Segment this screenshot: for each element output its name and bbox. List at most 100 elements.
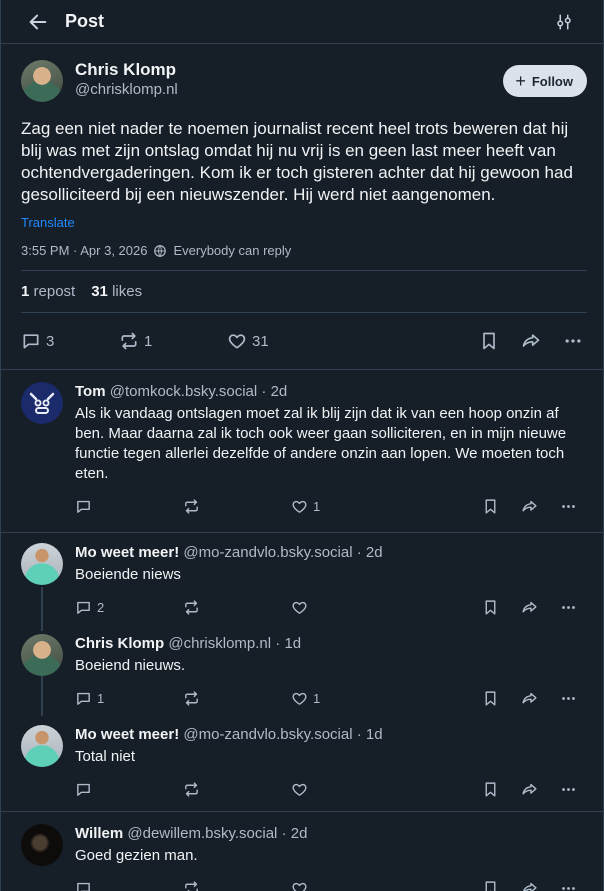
reply-count: 2 (97, 599, 105, 615)
avatar[interactable] (21, 382, 63, 424)
heart-icon (227, 331, 247, 351)
reply-time: · 1d (275, 635, 302, 652)
reply-post[interactable]: Willem @dewillem.bsky.social · 2d Goed g… (1, 812, 603, 891)
avatar[interactable] (21, 634, 63, 676)
reply-button[interactable]: 1 (75, 690, 183, 707)
reply-icon (21, 331, 41, 351)
repost-button[interactable] (183, 599, 291, 616)
avatar[interactable] (21, 543, 63, 585)
reply-button[interactable] (75, 880, 183, 891)
like-button[interactable]: 1 (291, 690, 482, 707)
author-display-name[interactable]: Chris Klomp (75, 60, 503, 80)
reply-button[interactable]: 3 (21, 331, 119, 351)
more-options-icon[interactable] (563, 331, 583, 351)
globe-icon (153, 244, 167, 258)
like-button[interactable]: 31 (227, 331, 479, 351)
more-options-icon[interactable] (560, 690, 577, 707)
reply-text: Total niet (75, 748, 136, 765)
arrow-left-icon[interactable] (25, 9, 51, 35)
like-button[interactable] (291, 880, 482, 891)
reply-post[interactable]: Mo weet meer! @mo-zandvlo.bsky.social · … (1, 533, 603, 625)
share-icon[interactable] (521, 880, 538, 891)
more-options-icon[interactable] (560, 498, 577, 515)
more-options-icon[interactable] (560, 781, 577, 798)
more-options-icon[interactable] (560, 880, 577, 891)
share-icon[interactable] (521, 498, 538, 515)
reply-author-name[interactable]: Willem (75, 825, 123, 842)
share-icon[interactable] (521, 599, 538, 616)
reply-actions-right (482, 781, 577, 798)
like-count: 31 (91, 283, 108, 300)
reply-count: 3 (46, 332, 55, 350)
repost-button[interactable] (183, 690, 291, 707)
like-count-label: likes (112, 283, 143, 300)
author-row: Chris Klomp @chrisklomp.nl + Follow (21, 60, 587, 102)
reply-author-name[interactable]: Chris Klomp (75, 635, 164, 652)
share-icon[interactable] (521, 690, 538, 707)
like-button[interactable] (291, 781, 482, 798)
sliders-icon[interactable] (553, 11, 575, 33)
post-text: Zag een niet nader te noemen journalist … (21, 119, 573, 204)
reply-post[interactable]: Mo weet meer! @mo-zandvlo.bsky.social · … (1, 716, 603, 807)
reply-header: Willem @dewillem.bsky.social · 2d (75, 824, 587, 844)
repost-button[interactable] (183, 880, 291, 891)
like-action-count: 31 (252, 332, 269, 350)
author-names: Chris Klomp @chrisklomp.nl (75, 60, 503, 100)
reply-author-handle[interactable]: @chrisklomp.nl (168, 635, 271, 652)
reply-body: Tom @tomkock.bsky.social · 2d Als ik van… (75, 382, 587, 524)
avatar[interactable] (21, 725, 63, 767)
like-count: 1 (313, 690, 321, 706)
reply-author-handle[interactable]: @dewillem.bsky.social (127, 825, 277, 842)
reply-actions-right (482, 690, 577, 707)
reply-post[interactable]: Chris Klomp @chrisklomp.nl · 1d Boeiend … (1, 625, 603, 716)
reply-author-handle[interactable]: @tomkock.bsky.social (110, 383, 258, 400)
bull-avatar-icon (29, 392, 55, 414)
bookmark-icon[interactable] (482, 781, 499, 798)
reply-button[interactable]: 2 (75, 599, 183, 616)
reply-setting[interactable]: Everybody can reply (173, 243, 291, 258)
repost-count-link[interactable]: 1 repost (21, 283, 75, 300)
reply-header: Mo weet meer! @mo-zandvlo.bsky.social · … (75, 725, 587, 745)
reply-body: Mo weet meer! @mo-zandvlo.bsky.social · … (75, 543, 587, 625)
repost-button[interactable] (183, 781, 291, 798)
reply-actions-right (482, 880, 577, 891)
reply-author-name[interactable]: Mo weet meer! (75, 726, 179, 743)
reply-author-handle[interactable]: @mo-zandvlo.bsky.social (183, 544, 352, 561)
reply-button[interactable] (75, 498, 183, 515)
reply-header: Chris Klomp @chrisklomp.nl · 1d (75, 634, 587, 654)
like-button[interactable] (291, 599, 482, 616)
bookmark-icon[interactable] (482, 599, 499, 616)
translate-link[interactable]: Translate (21, 215, 75, 230)
reply-time: · 2d (356, 544, 383, 561)
reply-time: · 2d (281, 825, 308, 842)
share-icon[interactable] (521, 331, 541, 351)
repost-button[interactable]: 1 (119, 331, 227, 351)
bookmark-icon[interactable] (482, 690, 499, 707)
heart-icon (291, 498, 308, 515)
bookmark-icon[interactable] (482, 880, 499, 891)
repost-button[interactable] (183, 498, 291, 515)
reply-author-handle[interactable]: @mo-zandvlo.bsky.social (183, 726, 352, 743)
reply-icon (75, 690, 92, 707)
bookmark-icon[interactable] (482, 498, 499, 515)
avatar[interactable] (21, 824, 63, 866)
like-button[interactable]: 1 (291, 498, 482, 515)
reply-author-name[interactable]: Mo weet meer! (75, 544, 179, 561)
reply-post[interactable]: Tom @tomkock.bsky.social · 2d Als ik van… (1, 370, 603, 524)
avatar[interactable] (21, 60, 63, 102)
reply-button[interactable] (75, 781, 183, 798)
reply-author-name[interactable]: Tom (75, 383, 106, 400)
more-options-icon[interactable] (560, 599, 577, 616)
reply-time: · 2d (261, 383, 288, 400)
reply-text: Goed gezien man. (75, 847, 198, 864)
share-icon[interactable] (521, 781, 538, 798)
author-handle[interactable]: @chrisklomp.nl (75, 80, 503, 100)
reply-actions-right (482, 498, 577, 515)
reply-time: · 1d (356, 726, 383, 743)
follow-button[interactable]: + Follow (503, 65, 587, 97)
reply-text: Boeiend nieuws. (75, 657, 186, 674)
bookmark-icon[interactable] (479, 331, 499, 351)
reply-header: Tom @tomkock.bsky.social · 2d (75, 382, 587, 402)
reply-body: Mo weet meer! @mo-zandvlo.bsky.social · … (75, 725, 587, 807)
like-count-link[interactable]: 31 likes (91, 283, 142, 300)
